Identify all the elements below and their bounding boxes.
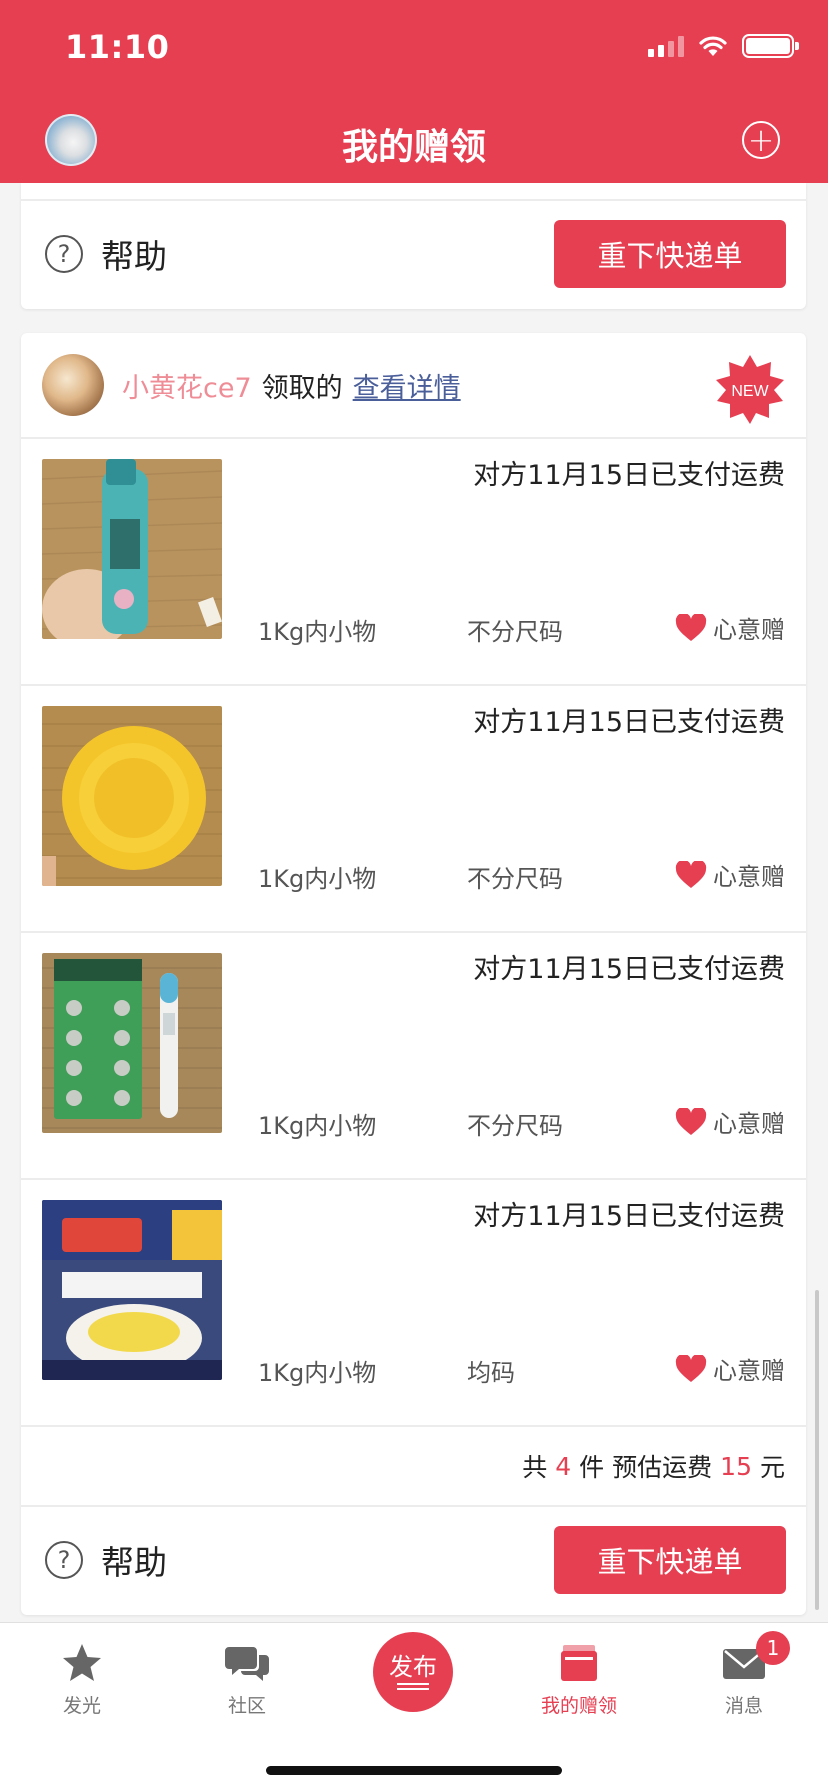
view-details-link[interactable]: 查看详情 xyxy=(353,366,461,405)
status-icons xyxy=(648,34,799,58)
currency-unit: 元 xyxy=(759,1453,785,1482)
unread-badge: 1 xyxy=(756,1631,790,1665)
item-count: 4 xyxy=(555,1451,572,1481)
gift-box-icon xyxy=(561,1645,597,1681)
item-gift-type: 心意赠 xyxy=(675,857,785,892)
order-card: 小黄花ce7 领取的 查看详情 NEW 对方11月15日已支付运费 1Kg内小物… xyxy=(21,333,806,1615)
item-weight: 1Kg内小物 xyxy=(258,1112,377,1140)
item-weight: 1Kg内小物 xyxy=(258,618,377,646)
order-summary: 共 4 件 预估运费 15 元 xyxy=(21,1425,806,1505)
list-item[interactable]: 对方11月15日已支付运费 1Kg内小物 不分尺码 心意赠 xyxy=(21,931,806,1178)
gift-type-label: 心意赠 xyxy=(713,1357,785,1385)
help-row: ? 帮助 重下快递单 xyxy=(21,201,806,307)
plus-icon: + xyxy=(747,121,775,159)
item-image[interactable] xyxy=(42,953,222,1133)
help-link[interactable]: ? 帮助 xyxy=(45,1536,167,1584)
question-icon: ? xyxy=(45,235,83,273)
claimed-text: 领取的 xyxy=(261,372,343,404)
list-item[interactable]: 对方11月15日已支付运费 1Kg内小物 不分尺码 心意赠 xyxy=(21,437,806,684)
chat-bubbles-icon xyxy=(225,1647,269,1681)
heart-icon xyxy=(675,1354,707,1382)
heart-icon xyxy=(675,613,707,641)
help-label: 帮助 xyxy=(101,237,167,276)
gift-type-label: 心意赠 xyxy=(713,863,785,891)
tab-label: 我的赠领 xyxy=(540,1695,617,1717)
tab-label: 发光 xyxy=(62,1695,101,1717)
item-status: 对方11月15日已支付运费 xyxy=(473,1201,785,1232)
item-image[interactable] xyxy=(42,706,222,886)
help-link[interactable]: ? 帮助 xyxy=(45,230,167,278)
cellular-signal-icon xyxy=(648,35,684,57)
item-status: 对方11月15日已支付运费 xyxy=(473,460,785,491)
question-icon: ? xyxy=(45,1541,83,1579)
shipping-label: 预估运费 xyxy=(612,1453,713,1482)
summary-prefix: 共 xyxy=(522,1453,548,1482)
page-title: 我的赠领 xyxy=(341,127,486,168)
tab-glow[interactable]: 发光 xyxy=(22,1641,142,1718)
previous-order-card: ? 帮助 重下快递单 xyxy=(21,183,806,309)
claimant-avatar[interactable] xyxy=(42,354,104,416)
claimant-name[interactable]: 小黄花ce7 xyxy=(122,366,252,405)
battery-icon xyxy=(742,34,799,58)
status-time: 11:10 xyxy=(65,28,170,66)
publish-icon xyxy=(397,1682,429,1690)
tab-label: 社区 xyxy=(227,1695,266,1717)
tab-label: 消息 xyxy=(724,1695,763,1717)
item-weight: 1Kg内小物 xyxy=(258,1359,377,1387)
item-status: 对方11月15日已支付运费 xyxy=(473,707,785,738)
item-image[interactable] xyxy=(42,1200,222,1380)
reorder-shipping-button[interactable]: 重下快递单 xyxy=(554,220,786,288)
new-badge-label: NEW xyxy=(731,383,769,400)
item-gift-type: 心意赠 xyxy=(675,1104,785,1139)
tab-messages[interactable]: 消息 1 xyxy=(684,1631,804,1718)
star-icon xyxy=(63,1644,101,1681)
shipping-fee: 15 xyxy=(720,1451,752,1481)
item-gift-type: 心意赠 xyxy=(675,610,785,645)
heart-icon xyxy=(675,1107,707,1135)
publish-label: 发布 xyxy=(389,1652,437,1681)
item-size: 不分尺码 xyxy=(467,865,563,893)
publish-button[interactable]: 发布 xyxy=(373,1632,453,1712)
item-size: 不分尺码 xyxy=(467,1112,563,1140)
wifi-icon xyxy=(699,36,727,56)
item-image[interactable] xyxy=(42,459,222,639)
tab-community[interactable]: 社区 xyxy=(187,1641,307,1718)
gift-type-label: 心意赠 xyxy=(713,616,785,644)
item-gift-type: 心意赠 xyxy=(675,1351,785,1386)
item-size: 均码 xyxy=(467,1359,515,1387)
heart-icon xyxy=(675,860,707,888)
gift-type-label: 心意赠 xyxy=(713,1110,785,1138)
list-item[interactable]: 对方11月15日已支付运费 1Kg内小物 均码 心意赠 xyxy=(21,1178,806,1425)
app-header: 11:10 我的赠领 + xyxy=(0,0,828,183)
home-indicator[interactable] xyxy=(266,1766,562,1775)
reorder-shipping-button[interactable]: 重下快递单 xyxy=(554,1526,786,1594)
item-weight: 1Kg内小物 xyxy=(258,865,377,893)
scrollbar[interactable] xyxy=(815,1290,819,1610)
claimant-row: 小黄花ce7 领取的 查看详情 NEW xyxy=(21,333,806,437)
help-row: ? 帮助 重下快递单 xyxy=(21,1505,806,1613)
item-size: 不分尺码 xyxy=(467,618,563,646)
tab-my-gifts[interactable]: 我的赠领 xyxy=(519,1641,639,1718)
new-badge: NEW xyxy=(716,355,784,424)
item-count-unit: 件 xyxy=(579,1453,605,1482)
help-label: 帮助 xyxy=(101,1543,167,1582)
list-item[interactable]: 对方11月15日已支付运费 1Kg内小物 不分尺码 心意赠 xyxy=(21,684,806,931)
add-button[interactable]: + xyxy=(742,121,780,159)
item-status: 对方11月15日已支付运费 xyxy=(473,954,785,985)
